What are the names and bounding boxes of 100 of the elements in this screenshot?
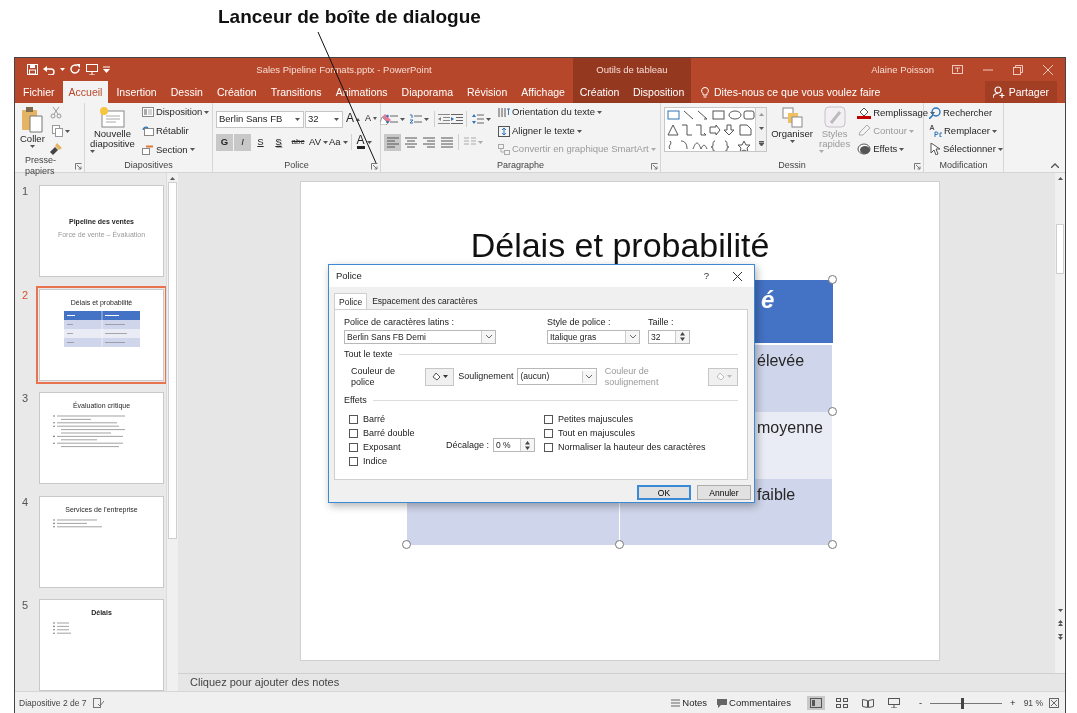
collapse-ribbon-icon[interactable] bbox=[1051, 163, 1059, 168]
spell-check-icon[interactable] bbox=[92, 698, 104, 708]
checkbox[interactable] bbox=[544, 442, 553, 452]
format-brush-icon[interactable] bbox=[49, 143, 62, 155]
presentation-icon[interactable] bbox=[86, 64, 98, 75]
more-icon[interactable] bbox=[758, 140, 764, 146]
resize-handle[interactable] bbox=[828, 407, 837, 416]
ribbon-tab[interactable]: Diaporama bbox=[395, 81, 459, 103]
resize-handle[interactable] bbox=[828, 275, 837, 284]
user-name[interactable]: Alaine Poisson bbox=[871, 63, 952, 76]
command-button[interactable]: Section bbox=[139, 144, 212, 155]
dialog-launcher-icon[interactable] bbox=[75, 163, 82, 170]
bullets-icon[interactable] bbox=[386, 114, 398, 124]
ribbon-tab[interactable]: Accueil bbox=[62, 81, 109, 103]
command-button[interactable]: Remplissage bbox=[855, 107, 938, 119]
next-slide-icon[interactable] bbox=[1057, 634, 1063, 640]
ribbon-tab[interactable]: Dessin bbox=[164, 81, 209, 103]
font-name-field[interactable]: Berlin Sans FB bbox=[216, 110, 304, 128]
ribbon-tab[interactable]: Animations bbox=[329, 81, 394, 103]
ribbon-tab[interactable]: Transitions bbox=[264, 81, 328, 103]
format-button[interactable]: I bbox=[234, 133, 251, 151]
scrollbar[interactable] bbox=[1055, 173, 1065, 673]
dialog-title: Police bbox=[336, 270, 362, 282]
font-size-field[interactable]: 32 bbox=[305, 110, 343, 128]
format-button[interactable]: abc bbox=[288, 133, 308, 151]
checkbox[interactable] bbox=[349, 442, 358, 452]
undo-icon[interactable] bbox=[43, 64, 55, 75]
format-button[interactable]: G bbox=[216, 133, 233, 151]
fit-to-window-icon[interactable] bbox=[1049, 698, 1059, 708]
dialog-button[interactable]: Annuler bbox=[697, 485, 751, 501]
checkbox[interactable] bbox=[349, 414, 358, 424]
decrease-indent-icon[interactable] bbox=[438, 114, 450, 124]
customize-icon[interactable] bbox=[103, 66, 110, 73]
notes-pane[interactable]: Cliquez pour ajouter des notes bbox=[178, 673, 1065, 691]
font-color-button[interactable] bbox=[424, 367, 455, 386]
grow-font-button[interactable]: A bbox=[344, 112, 362, 126]
save-icon[interactable] bbox=[27, 64, 38, 75]
align-left-button[interactable] bbox=[384, 133, 401, 151]
command-button[interactable]: Disposition bbox=[139, 107, 212, 118]
comments-button[interactable]: Commentaires bbox=[715, 697, 793, 709]
checkbox[interactable] bbox=[544, 414, 553, 424]
shape-gallery[interactable] bbox=[664, 107, 767, 152]
arrange-button[interactable]: Organiser bbox=[770, 106, 814, 159]
ribbon-tab[interactable]: Révision bbox=[461, 81, 514, 103]
scroll-down-icon[interactable] bbox=[758, 127, 764, 130]
zoom-slider-thumb[interactable] bbox=[961, 697, 965, 709]
scrollbar-thumb[interactable] bbox=[168, 182, 177, 539]
checkbox[interactable] bbox=[349, 456, 358, 466]
dialog-launcher-icon[interactable] bbox=[914, 163, 921, 170]
close-button[interactable] bbox=[731, 271, 744, 281]
format-button[interactable]: Aa bbox=[328, 133, 348, 151]
latin-font-dropdown[interactable]: Berlin Sans FB Demi bbox=[344, 330, 496, 344]
scroll-up-icon[interactable] bbox=[1057, 177, 1063, 180]
close-icon[interactable] bbox=[1043, 64, 1053, 75]
increase-indent-icon[interactable] bbox=[451, 114, 463, 124]
tell-me-search[interactable]: Dites-nous ce que vous voulez faire bbox=[691, 81, 887, 103]
zoom-in-button[interactable]: + bbox=[1008, 697, 1018, 709]
clear-format-icon[interactable] bbox=[380, 113, 393, 125]
shrink-font-button[interactable]: A bbox=[363, 114, 380, 124]
size-spinner[interactable]: 32 bbox=[648, 330, 690, 344]
resize-handle[interactable] bbox=[402, 540, 411, 549]
ribbon-tab[interactable]: Fichier bbox=[17, 81, 61, 103]
line-spacing-icon[interactable] bbox=[472, 114, 484, 124]
checkbox[interactable] bbox=[544, 428, 553, 438]
dialog-tab[interactable]: Espacement des caractères bbox=[367, 293, 483, 310]
normal-view-button[interactable] bbox=[806, 696, 825, 710]
ribbon-tab[interactable]: Insertion bbox=[110, 81, 163, 103]
dialog-launcher-icon[interactable] bbox=[371, 163, 378, 170]
command-button[interactable]: Rétablir bbox=[139, 125, 212, 137]
format-button[interactable]: AV bbox=[309, 133, 328, 151]
format-button[interactable]: S bbox=[252, 133, 269, 151]
dialog-button[interactable]: OK bbox=[637, 485, 691, 501]
redo-icon[interactable] bbox=[70, 64, 81, 75]
checkbox[interactable] bbox=[349, 428, 358, 438]
scrollbar-thumb[interactable] bbox=[1056, 224, 1064, 274]
numbering-icon[interactable] bbox=[410, 114, 422, 124]
scroll-up-icon[interactable] bbox=[170, 177, 175, 180]
command-button[interactable]: Aligner le texte bbox=[496, 125, 658, 137]
help-button[interactable]: ? bbox=[701, 270, 711, 282]
ribbon-display-icon[interactable] bbox=[952, 65, 963, 74]
new-slide-button[interactable]: Nouvelle diapositive bbox=[88, 106, 137, 159]
resize-handle[interactable] bbox=[828, 540, 837, 549]
scroll-down-icon[interactable] bbox=[1057, 609, 1063, 612]
dialog-launcher-icon[interactable] bbox=[651, 163, 658, 170]
ribbon-tab[interactable]: Création bbox=[210, 81, 263, 103]
notes-button[interactable]: Notes bbox=[669, 697, 710, 709]
ribbon-tab[interactable]: Affichage bbox=[515, 81, 571, 103]
format-button[interactable]: S bbox=[270, 133, 287, 151]
command-button[interactable]: Orientation du texte bbox=[496, 107, 658, 118]
previous-slide-icon[interactable] bbox=[1057, 620, 1063, 626]
font-color-button[interactable]: A bbox=[354, 135, 374, 149]
zoom-out-button[interactable]: - bbox=[916, 697, 925, 709]
resize-handle[interactable] bbox=[615, 540, 624, 549]
command-button[interactable]: Sélectionner bbox=[927, 143, 1005, 155]
underline-dropdown[interactable]: (aucun) bbox=[517, 368, 597, 386]
scrollbar[interactable] bbox=[166, 173, 178, 691]
share-button[interactable]: Partager bbox=[984, 81, 1057, 103]
restore-icon[interactable] bbox=[1013, 64, 1023, 75]
font-style-dropdown[interactable]: Italique gras bbox=[547, 330, 640, 344]
offset-spinner[interactable]: 0 % bbox=[493, 438, 536, 453]
